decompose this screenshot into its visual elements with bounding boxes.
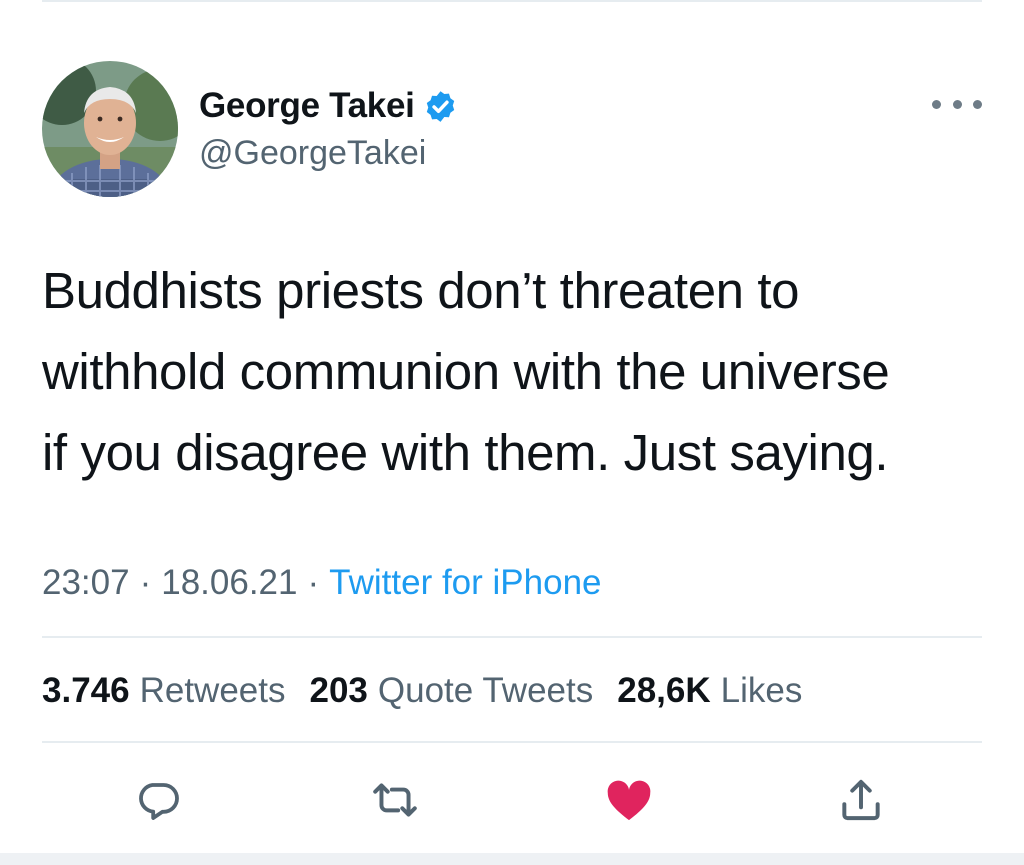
- likes-label: Likes: [720, 671, 803, 710]
- stats-top-divider: [42, 636, 982, 638]
- tweet-text-line: Buddhists priests don’t threaten to: [42, 262, 800, 319]
- more-options-icon[interactable]: [932, 96, 982, 112]
- tweet-text-line: if you disagree with them. Just saying.: [42, 424, 889, 481]
- quote-tweets-count: 203: [309, 671, 368, 710]
- author-display-name[interactable]: George Takei: [199, 86, 415, 126]
- tweet-source-link[interactable]: Twitter for iPhone: [329, 563, 601, 603]
- like-icon: [607, 780, 651, 821]
- tweet-date[interactable]: 18.06.21: [161, 563, 297, 603]
- quote-tweets-stat[interactable]: 203 Quote Tweets: [310, 671, 594, 711]
- share-button[interactable]: [829, 768, 893, 832]
- author-handle[interactable]: @GeorgeTakei: [199, 134, 426, 173]
- retweet-icon: [373, 783, 417, 817]
- like-button[interactable]: [597, 768, 661, 832]
- verified-badge-icon: [426, 90, 454, 122]
- tweet-text: Buddhists priests don’t threaten to with…: [42, 250, 990, 493]
- likes-stat[interactable]: 28,6K Likes: [617, 671, 802, 711]
- retweet-button[interactable]: [363, 768, 427, 832]
- meta-separator: ·: [307, 563, 320, 602]
- reply-icon: [139, 783, 179, 820]
- tweet-meta: 23:07 · 18.06.21 · Twitter for iPhone: [42, 558, 602, 608]
- tweet-text-line: withhold communion with the universe: [42, 343, 890, 400]
- bottom-edge: [0, 853, 1024, 865]
- meta-separator: ·: [139, 563, 152, 602]
- top-divider: [42, 0, 982, 2]
- author-name-row: George Takei: [199, 84, 458, 128]
- tweet-time[interactable]: 23:07: [42, 563, 130, 603]
- stats-bottom-divider: [42, 741, 982, 743]
- reply-button[interactable]: [126, 768, 190, 832]
- avatar-photo: [42, 61, 178, 197]
- retweets-count: 3.746: [42, 671, 130, 710]
- retweets-label: Retweets: [139, 671, 286, 710]
- tweet-stats: 3.746 Retweets 203 Quote Tweets 28,6K Likes: [42, 664, 826, 718]
- retweets-stat[interactable]: 3.746 Retweets: [42, 671, 286, 711]
- likes-count: 28,6K: [617, 671, 711, 710]
- share-icon: [842, 779, 880, 821]
- avatar[interactable]: [42, 61, 178, 197]
- quote-tweets-label: Quote Tweets: [377, 671, 594, 710]
- tweet-actions: [0, 768, 1024, 832]
